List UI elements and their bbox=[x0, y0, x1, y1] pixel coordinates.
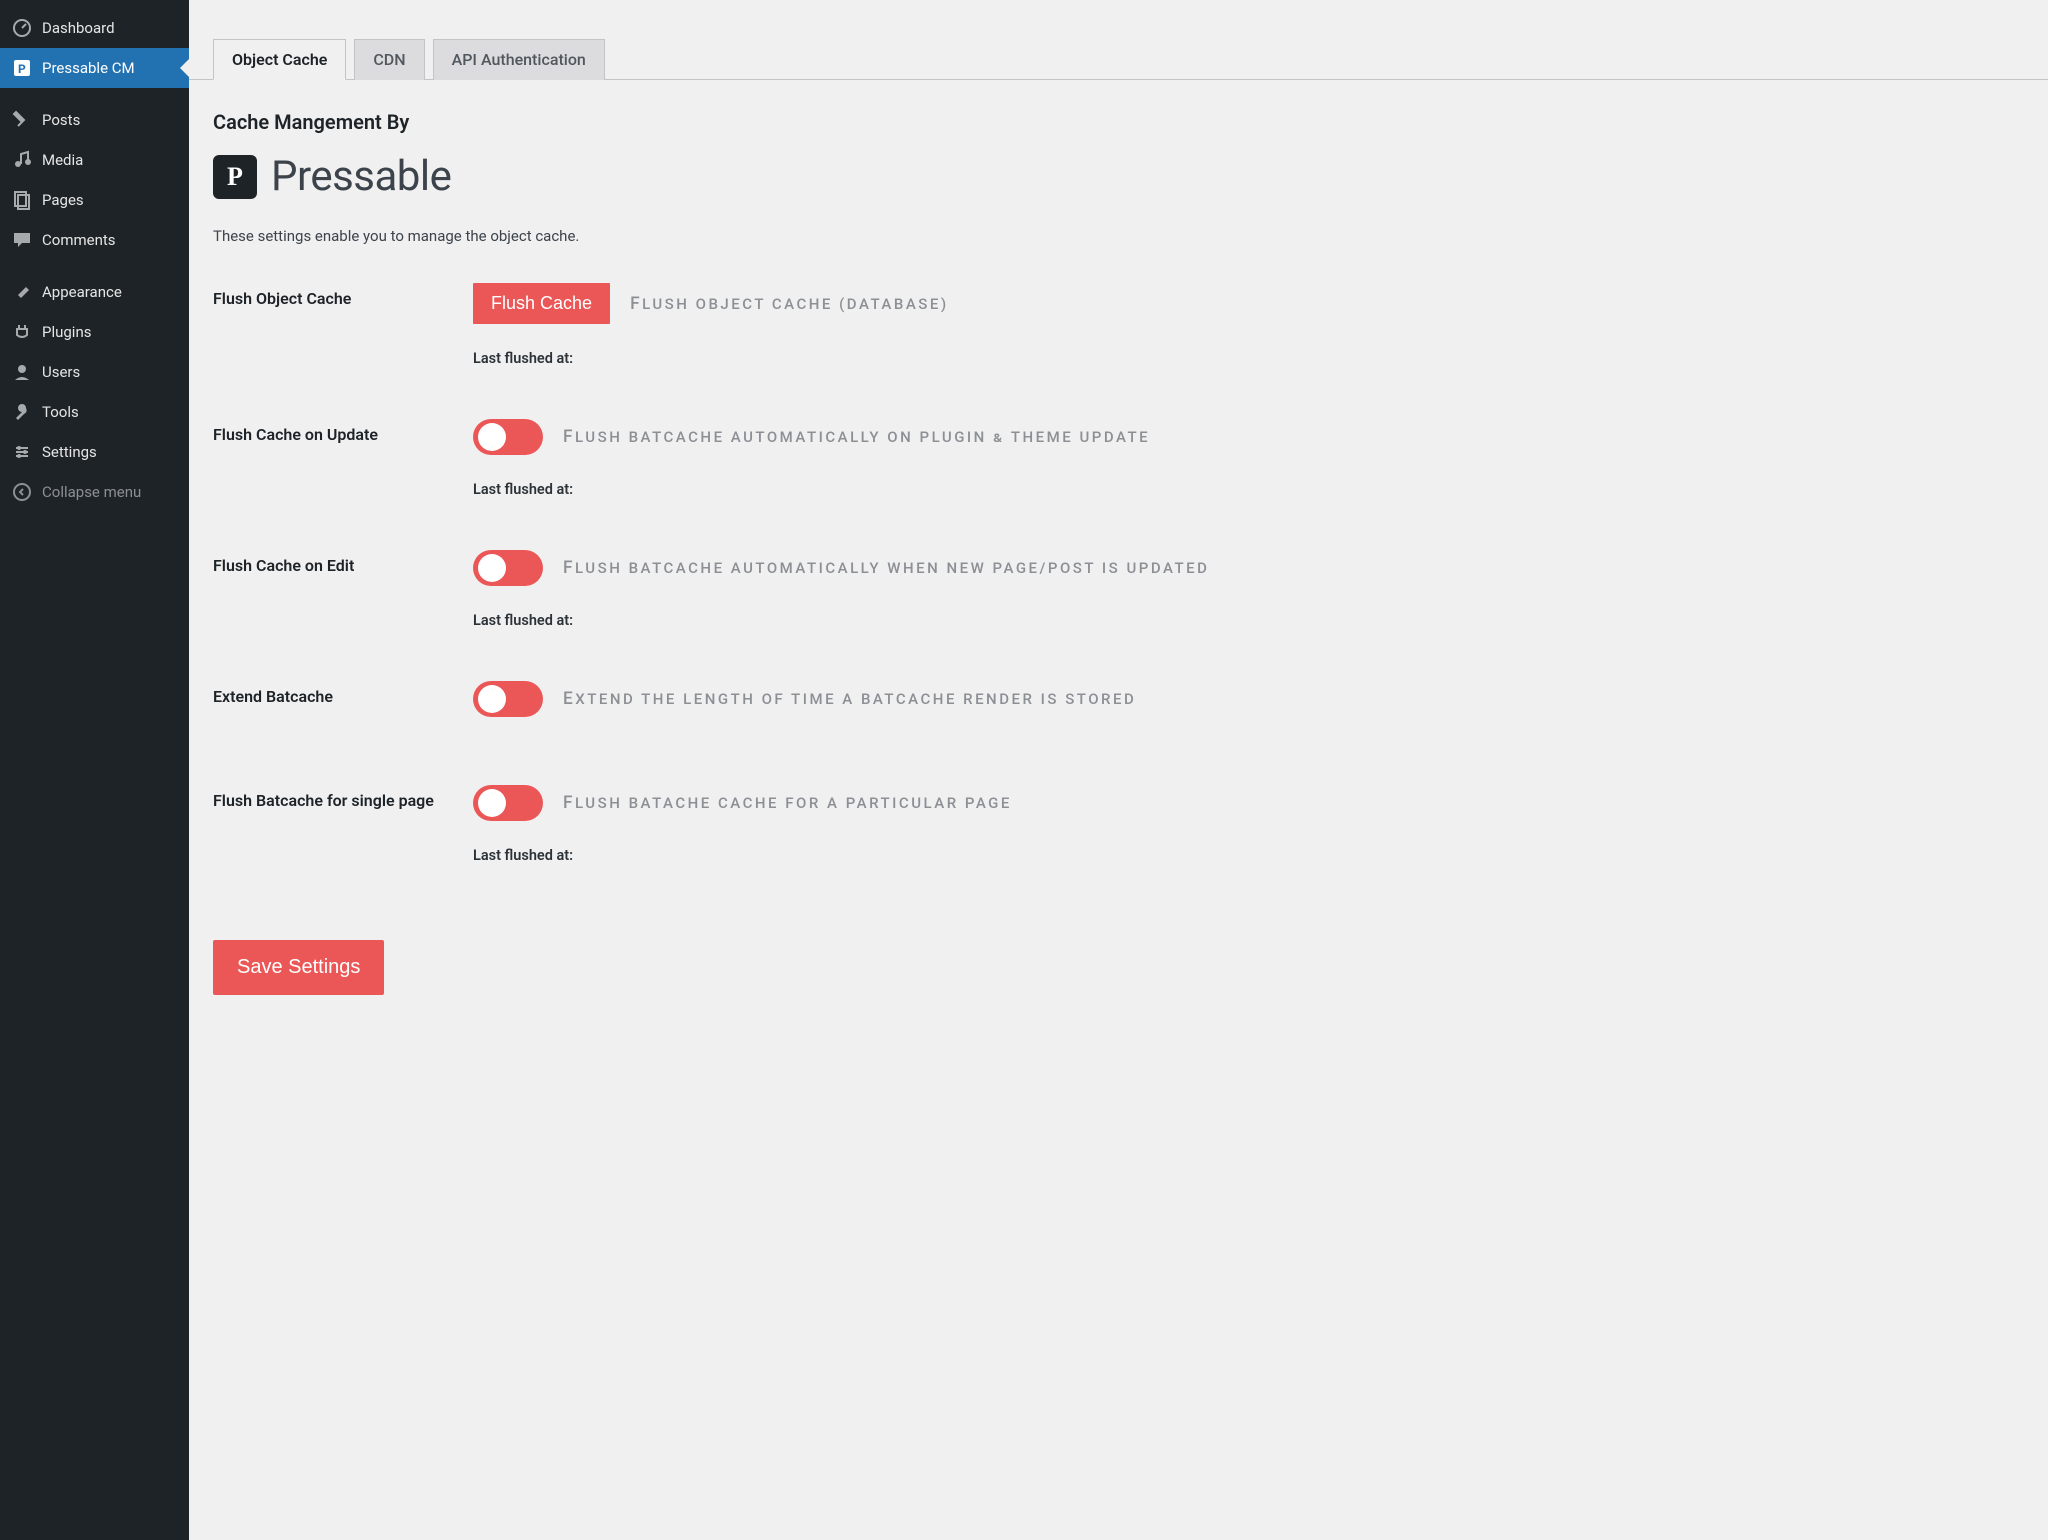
setting-flush-on-update: Flush Cache on Update Flush batcache aut… bbox=[213, 419, 2024, 532]
setting-hint: Extend the length of time a Batcache ren… bbox=[563, 689, 1136, 709]
tab-object-cache[interactable]: Object Cache bbox=[213, 39, 346, 80]
sidebar-item-label: Pressable CM bbox=[42, 59, 135, 77]
setting-hint: Flush batcache automatically on plugin &… bbox=[563, 427, 1150, 447]
description: These settings enable you to manage the … bbox=[213, 227, 2024, 245]
last-flushed-text: Last flushed at: bbox=[473, 612, 2024, 629]
setting-label: Flush Cache on Update bbox=[213, 419, 473, 444]
sidebar-item-tools[interactable]: Tools bbox=[0, 392, 189, 432]
pin-icon bbox=[12, 110, 32, 130]
sidebar-item-plugins[interactable]: Plugins bbox=[0, 312, 189, 352]
sidebar-item-label: Comments bbox=[42, 231, 116, 249]
setting-flush-on-edit: Flush Cache on Edit Flush Batcache autom… bbox=[213, 550, 2024, 663]
main-content: Object Cache CDN API Authentication Cach… bbox=[189, 0, 2048, 1540]
sidebar-item-label: Users bbox=[42, 363, 80, 381]
tab-api-auth[interactable]: API Authentication bbox=[433, 39, 605, 80]
tab-cdn[interactable]: CDN bbox=[354, 39, 424, 80]
pressable-logo-icon: P bbox=[213, 155, 257, 199]
sidebar-item-posts[interactable]: Posts bbox=[0, 100, 189, 140]
tools-icon bbox=[12, 402, 32, 422]
setting-control: Flush batache cache for a particular pag… bbox=[473, 785, 2024, 898]
sidebar-item-label: Dashboard bbox=[42, 19, 115, 37]
setting-label: Flush Object Cache bbox=[213, 283, 473, 308]
toggle-flush-single-page[interactable] bbox=[473, 785, 543, 821]
setting-hint: Flush object cache (Database) bbox=[630, 294, 949, 314]
sidebar-item-media[interactable]: Media bbox=[0, 140, 189, 180]
plugins-icon bbox=[12, 322, 32, 342]
pressable-logo-text: Pressable bbox=[271, 152, 451, 201]
sidebar-item-settings[interactable]: Settings bbox=[0, 432, 189, 472]
sidebar-item-label: Appearance bbox=[42, 283, 122, 301]
setting-extend-batcache: Extend Batcache Extend the length of tim… bbox=[213, 681, 2024, 767]
admin-sidebar: Dashboard P Pressable CM Posts Media Pag… bbox=[0, 0, 189, 1540]
setting-hint: Flush batache cache for a particular pag… bbox=[563, 793, 1012, 813]
setting-label: Flush Batcache for single page bbox=[213, 785, 473, 810]
settings-icon bbox=[12, 442, 32, 462]
sidebar-item-dashboard[interactable]: Dashboard bbox=[0, 8, 189, 48]
flush-cache-button[interactable]: Flush Cache bbox=[473, 283, 610, 324]
sidebar-item-collapse[interactable]: Collapse menu bbox=[0, 472, 189, 512]
sidebar-item-label: Pages bbox=[42, 191, 84, 209]
pressable-icon: P bbox=[12, 58, 32, 78]
setting-control: Flush Cache Flush object cache (Database… bbox=[473, 283, 2024, 401]
collapse-icon bbox=[12, 482, 32, 502]
last-flushed-text: Last flushed at: bbox=[473, 481, 2024, 498]
tabs: Object Cache CDN API Authentication bbox=[189, 0, 2048, 80]
section-heading: Cache Mangement By bbox=[213, 110, 2024, 134]
appearance-icon bbox=[12, 282, 32, 302]
save-settings-button[interactable]: Save Settings bbox=[213, 940, 384, 995]
setting-flush-single-page: Flush Batcache for single page Flush bat… bbox=[213, 785, 2024, 898]
sidebar-item-label: Collapse menu bbox=[42, 483, 141, 501]
media-icon bbox=[12, 150, 32, 170]
sidebar-item-users[interactable]: Users bbox=[0, 352, 189, 392]
sidebar-item-label: Media bbox=[42, 151, 83, 169]
sidebar-item-label: Posts bbox=[42, 111, 80, 129]
svg-text:P: P bbox=[18, 62, 26, 76]
toggle-extend-batcache[interactable] bbox=[473, 681, 543, 717]
content: Cache Mangement By P Pressable These set… bbox=[189, 80, 2048, 1025]
pages-icon bbox=[12, 190, 32, 210]
sidebar-item-label: Settings bbox=[42, 443, 97, 461]
brand-logo: P Pressable bbox=[213, 152, 2024, 201]
sidebar-item-comments[interactable]: Comments bbox=[0, 220, 189, 260]
toggle-flush-on-update[interactable] bbox=[473, 419, 543, 455]
setting-control: Flush Batcache automatically when new pa… bbox=[473, 550, 2024, 663]
sidebar-item-pressable-cm[interactable]: P Pressable CM bbox=[0, 48, 189, 88]
sidebar-item-appearance[interactable]: Appearance bbox=[0, 272, 189, 312]
dashboard-icon bbox=[12, 18, 32, 38]
users-icon bbox=[12, 362, 32, 382]
sidebar-item-label: Tools bbox=[42, 403, 79, 421]
sidebar-item-label: Plugins bbox=[42, 323, 91, 341]
setting-label: Extend Batcache bbox=[213, 681, 473, 706]
setting-flush-object-cache: Flush Object Cache Flush Cache Flush obj… bbox=[213, 283, 2024, 401]
last-flushed-text: Last flushed at: bbox=[473, 350, 2024, 367]
comments-icon bbox=[12, 230, 32, 250]
last-flushed-text: Last flushed at: bbox=[473, 847, 2024, 864]
setting-control: Extend the length of time a Batcache ren… bbox=[473, 681, 2024, 767]
setting-control: Flush batcache automatically on plugin &… bbox=[473, 419, 2024, 532]
sidebar-item-pages[interactable]: Pages bbox=[0, 180, 189, 220]
toggle-flush-on-edit[interactable] bbox=[473, 550, 543, 586]
setting-label: Flush Cache on Edit bbox=[213, 550, 473, 575]
setting-hint: Flush Batcache automatically when new pa… bbox=[563, 558, 1209, 578]
